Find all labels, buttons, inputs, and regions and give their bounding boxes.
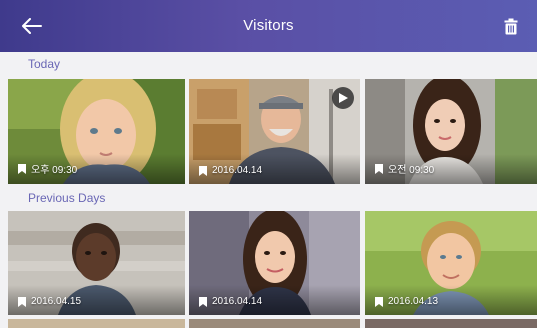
visitor-caption: 2016.04.15 <box>18 296 81 307</box>
page-title: Visitors <box>243 17 294 34</box>
visitor-caption: 오후 09:30 <box>18 161 77 176</box>
trash-icon <box>504 18 518 34</box>
visitors-screen: Visitors Today 오후 09:30 2016.04.14 오전 09… <box>0 0 537 328</box>
visitor-tile[interactable]: 2016.04.13 <box>365 211 537 315</box>
section-label-previous-days: Previous Days <box>28 191 106 205</box>
visitor-tile[interactable]: 오전 09:30 <box>365 79 537 184</box>
visitor-time: 오후 09:30 <box>31 165 78 176</box>
play-icon <box>338 93 348 103</box>
visitor-tile-partial[interactable] <box>8 319 185 328</box>
visitor-time: 2016.04.14 <box>212 165 263 176</box>
visitor-time: 2016.04.15 <box>31 296 82 307</box>
bookmark-icon <box>199 296 207 307</box>
visitor-tile-partial[interactable] <box>365 319 537 328</box>
visitor-caption: 2016.04.13 <box>375 296 438 307</box>
bookmark-icon <box>18 163 26 174</box>
app-header: Visitors <box>0 0 537 52</box>
visitor-tile[interactable]: 2016.04.15 <box>8 211 185 315</box>
visitor-tile-partial[interactable] <box>189 319 360 328</box>
bookmark-icon <box>199 165 207 176</box>
bookmark-icon <box>375 296 383 307</box>
visitor-caption: 오전 09:30 <box>375 161 434 176</box>
visitor-tile[interactable]: 오후 09:30 <box>8 79 185 184</box>
visitor-time: 2016.04.14 <box>212 296 263 307</box>
delete-button[interactable] <box>497 12 525 40</box>
visitor-caption: 2016.04.14 <box>199 165 262 176</box>
visitor-tile[interactable]: 2016.04.14 <box>189 79 360 184</box>
visitor-time: 오전 09:30 <box>388 165 435 176</box>
visitor-time: 2016.04.13 <box>388 296 439 307</box>
play-button[interactable] <box>332 87 354 109</box>
section-label-today: Today <box>28 57 61 71</box>
bookmark-icon <box>375 163 383 174</box>
visitor-caption: 2016.04.14 <box>199 296 262 307</box>
bookmark-icon <box>18 296 26 307</box>
visitor-tile[interactable]: 2016.04.14 <box>189 211 360 315</box>
